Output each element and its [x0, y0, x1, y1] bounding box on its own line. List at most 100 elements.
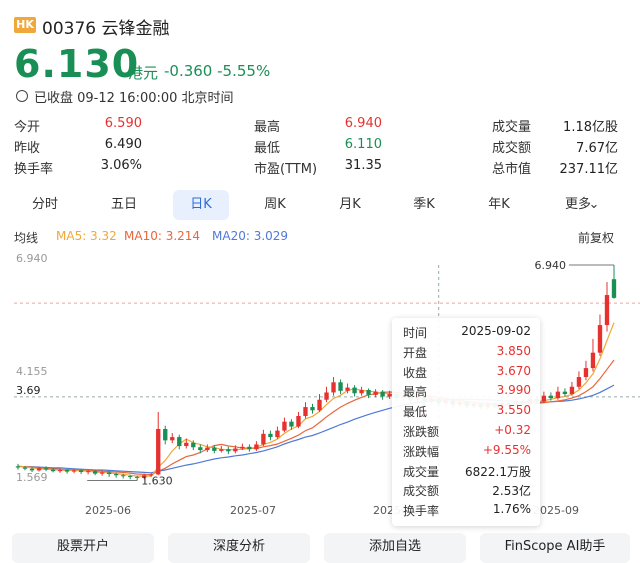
market-status: 已收盘 09-12 16:00:00 北京时间 — [34, 91, 234, 106]
ma10-value: MA10: 3.214 — [124, 229, 201, 243]
quote-value: 6.490 — [104, 137, 142, 152]
candle-body — [121, 475, 126, 477]
tab-2[interactable]: 日K — [173, 190, 229, 220]
candle-body — [99, 472, 105, 474]
market-tag: HK — [14, 17, 36, 33]
candle-body — [338, 382, 343, 391]
tooltip-row: 成交量 6822.1万股 — [403, 463, 531, 481]
candle-body — [303, 407, 308, 416]
candle-body — [106, 472, 112, 475]
kline-chart[interactable]: 6.9404.1553.691.5692025-062025-072025-08… — [0, 252, 640, 520]
tooltip-value: +0.32 — [494, 423, 531, 437]
tooltip-label: 收盘 — [403, 365, 428, 380]
tooltip-row: 收盘 3.670 — [403, 364, 531, 382]
candle-body — [604, 295, 610, 326]
candle-body — [359, 390, 364, 394]
tooltip-row: 最高 3.990 — [403, 383, 531, 401]
ma-label: 均线 — [14, 231, 39, 245]
tooltip-label: 时间 — [403, 326, 428, 340]
tooltip-value: 3.990 — [496, 383, 531, 398]
y-tick-label: 1.569 — [16, 471, 48, 484]
tab-3[interactable]: 周K — [247, 190, 303, 220]
tab-6[interactable]: 年K — [471, 190, 527, 220]
candle-body — [177, 437, 182, 447]
candle-body — [611, 279, 617, 298]
last-price: 6.130 — [14, 42, 140, 86]
candle-body — [541, 395, 547, 402]
candle-body — [380, 391, 385, 397]
candle-body — [219, 449, 224, 451]
tab-4[interactable]: 月K — [322, 190, 378, 220]
candle-body — [597, 325, 603, 353]
candle-body — [583, 368, 589, 378]
tooltip-row: 时间 2025-09-02 — [403, 324, 531, 342]
tooltip-label: 涨跌额 — [403, 425, 440, 439]
period-tabs: 分时 五日 日K 周K 月K 季K 年K 更多 ⌄ — [0, 190, 640, 222]
quote-label: 昨收 — [14, 141, 41, 156]
candle-body — [128, 476, 133, 478]
quote-label: 换手率 — [14, 162, 54, 177]
candle-body — [562, 391, 568, 395]
candle-body — [135, 476, 140, 478]
change-percent: -5.55% — [217, 62, 271, 80]
tooltip-label: 最低 — [403, 405, 428, 420]
candle-body — [156, 428, 161, 475]
quote-value: 7.67亿 — [576, 141, 618, 156]
high-marker-label: 6.940 — [535, 259, 567, 272]
tooltip-label: 最高 — [403, 385, 428, 400]
candle-body — [555, 391, 561, 399]
quote-label: 总市值 — [492, 162, 532, 177]
candle-body — [345, 387, 350, 391]
candle-body — [352, 387, 357, 394]
tooltip-row: 成交额 2.53亿 — [403, 482, 531, 500]
candle-body — [590, 352, 596, 369]
tooltip-value: 6822.1万股 — [465, 464, 531, 479]
candle-body — [71, 470, 77, 472]
x-tick-label: 2025-07 — [230, 504, 276, 517]
candle-body — [296, 415, 301, 427]
tooltip-value: 2.53亿 — [492, 484, 531, 499]
candle-body — [57, 469, 63, 472]
quote-value: 6.940 — [344, 116, 382, 131]
quote-value: 3.06% — [100, 158, 142, 173]
candle-body — [548, 395, 554, 399]
quote-value: 6.110 — [344, 137, 382, 152]
candle-body — [254, 444, 259, 450]
stock-title: 00376 云锋金融 — [42, 19, 170, 39]
quote-value: 31.35 — [344, 158, 382, 173]
candle-body — [331, 382, 336, 393]
candle-body — [78, 470, 84, 473]
tooltip-value: 3.550 — [496, 403, 531, 418]
candle-body — [64, 469, 70, 472]
tooltip-label: 涨跌幅 — [403, 444, 440, 459]
tooltip-value: 3.670 — [496, 363, 531, 378]
candle-body — [50, 469, 56, 472]
candle-body — [205, 447, 210, 451]
candle-body — [289, 421, 294, 427]
tab-1[interactable]: 五日 — [96, 190, 152, 220]
candle-body — [113, 474, 119, 476]
candle-body — [317, 399, 322, 411]
tab-5[interactable]: 季K — [396, 190, 452, 220]
tooltip-row: 开盘 3.850 — [403, 344, 531, 362]
tooltip-row: 涨跌额 +0.32 — [403, 423, 531, 441]
candle-body — [324, 392, 329, 400]
candle-body — [85, 471, 91, 473]
price-unit: 港元 — [128, 64, 159, 82]
candle-body — [366, 390, 371, 395]
tooltip-label: 成交额 — [403, 484, 440, 499]
candle-tooltip: 时间 2025-09-02 开盘 3.850 收盘 3.670 最高 3.990 最低 3.550… — [392, 318, 540, 526]
tab-0[interactable]: 分时 — [17, 190, 73, 220]
candle-body — [310, 407, 315, 411]
chevron-down-icon[interactable]: ⌄ — [584, 190, 604, 220]
price-change: -0.360 -5.55% — [164, 62, 270, 80]
candle-body — [198, 447, 203, 451]
candle-body — [569, 386, 575, 395]
quote-label: 成交额 — [492, 141, 532, 156]
tooltip-value: 3.850 — [496, 343, 531, 358]
candle-body — [233, 448, 238, 452]
candle-body — [261, 433, 266, 445]
adjust-toggle[interactable]: 前复权 — [578, 229, 614, 246]
y-tick-label: 6.940 — [16, 252, 48, 265]
low-marker-label: 1.630 — [141, 475, 173, 488]
